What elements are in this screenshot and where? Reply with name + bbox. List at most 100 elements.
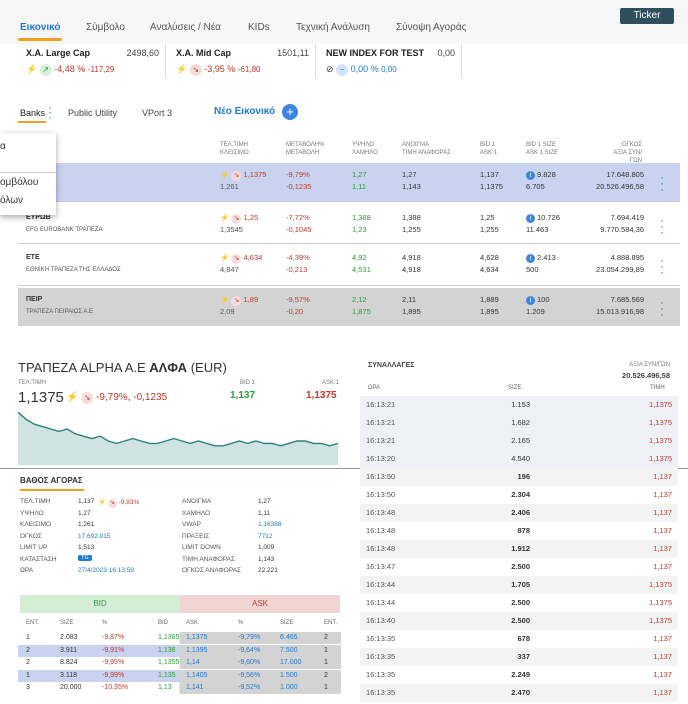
book-col-header: % bbox=[238, 620, 244, 626]
trade-row[interactable]: 16:13:35 2.249 1,137 bbox=[360, 666, 678, 684]
trade-row[interactable]: 16:13:47 2.500 1,137 bbox=[360, 558, 678, 576]
order-book-row[interactable]: 2 8.824 -9,95% 1,1355 1,14 -9,60% 17.000 1 bbox=[18, 657, 341, 669]
bid-size-value: 2.413 bbox=[537, 253, 556, 262]
book-col-header: % bbox=[102, 620, 108, 626]
book-cell: 1,136 bbox=[158, 646, 176, 654]
subtab-vport3[interactable]: VPort 3 bbox=[142, 108, 172, 118]
row-ask-size: 6.705 bbox=[526, 182, 545, 191]
tab-kids[interactable]: KIDs bbox=[248, 22, 270, 33]
watchlist-row[interactable]: ΕΤΕ ΕΘΝΙΚΗ ΤΡΑΠΕΖΑ ΤΗΣ ΕΛΛΑΔΟΣ ⚡ ↘ 4,634 4,… bbox=[18, 246, 680, 284]
trade-row[interactable]: 16:13:40 2.500 1,1375 bbox=[360, 612, 678, 630]
trade-row[interactable]: 16:13:50 196 1,137 bbox=[360, 468, 678, 486]
trade-row[interactable]: 16:13:44 2.500 1,1375 bbox=[360, 594, 678, 612]
lightning-icon: ⚡ bbox=[26, 64, 38, 74]
col-header-bid-ask: BID 1 ASK 1 bbox=[480, 142, 498, 156]
row-ask-size: 11.463 bbox=[526, 225, 549, 234]
row-bid-size: i 9.828 bbox=[526, 170, 556, 180]
trade-time: 16:13:48 bbox=[366, 526, 396, 535]
trade-size: 196 bbox=[517, 472, 530, 481]
book-col-header: BID bbox=[158, 620, 169, 626]
trade-size: 2.249 bbox=[511, 670, 530, 679]
depth-value: 17.692.015 bbox=[78, 532, 111, 540]
book-cell: 1 bbox=[26, 634, 30, 641]
row-divider bbox=[18, 243, 680, 244]
trade-row[interactable]: 16:13:50 2.304 1,137 bbox=[360, 486, 678, 504]
subtab-public-utility[interactable]: Public Utility bbox=[68, 108, 117, 118]
trades-col-price: ΤΙΜΗ bbox=[650, 385, 665, 391]
watchlist-row[interactable]: ALPHA A.E⚡ ↘ 1,13751,261-9,79%-0,12351,2… bbox=[18, 163, 680, 201]
book-cell: -9,91% bbox=[102, 646, 125, 654]
arrow-down-icon: ↘ bbox=[81, 392, 94, 404]
watchlist-row[interactable]: ΠΕΙΡ ΤΡΑΠΕΖΑ ΠΕΙΡΑΙΩΣ Α.Ε ⚡ ↘ 1,89 2,09 -9,5… bbox=[18, 288, 680, 326]
trade-row[interactable]: 16:13:48 2.406 1,137 bbox=[360, 504, 678, 522]
index-value: 2498,60 bbox=[126, 48, 159, 58]
kebab-menu-icon[interactable]: · · · bbox=[658, 171, 666, 195]
trade-row[interactable]: 16:13:35 2.470 1,137 bbox=[360, 684, 678, 702]
book-cell: -10,35% bbox=[102, 684, 129, 691]
index-card-large-cap[interactable]: Χ.Α. Large Cap 2498,60 ⚡ ↗ -4,48 % -117,… bbox=[20, 44, 166, 78]
row-low: 4,531 bbox=[352, 265, 371, 274]
trade-time: 16:13:35 bbox=[366, 670, 396, 679]
tab-analysis-news[interactable]: Αναλύσεις / Νέα bbox=[150, 22, 221, 33]
row-symbol: ΕΤΕ bbox=[26, 254, 40, 261]
tab-virtual[interactable]: Εικονικό bbox=[20, 22, 61, 33]
order-book-row[interactable]: 3 20.000 -10,35% 1,13 1,141 -9,52% 1.000 1 bbox=[18, 682, 341, 694]
trade-row[interactable]: 16:13:35 337 1,137 bbox=[360, 648, 678, 666]
row-open: 4,918 bbox=[402, 253, 421, 262]
menu-item[interactable]: α bbox=[0, 141, 56, 152]
kebab-menu-icon[interactable]: · · · bbox=[48, 101, 52, 123]
info-icon[interactable]: i bbox=[526, 296, 535, 305]
trade-row[interactable]: 16:13:21 1.153 1,1375 bbox=[360, 396, 678, 414]
kebab-menu-icon[interactable]: · · · bbox=[658, 254, 666, 278]
trade-row[interactable]: 16:13:21 1.682 1,1375 bbox=[360, 414, 678, 432]
trade-price: 1,1375 bbox=[649, 400, 672, 409]
tab-technical-analysis[interactable]: Τεχνική Ανάλυση bbox=[296, 22, 370, 33]
order-book-row[interactable]: 2 3.911 -9,91% 1,136 1,1395 -9,64% 7.500 1 bbox=[18, 644, 341, 657]
col-header-change: ΜΕΤΑΒΟΛΗ% ΜΕΤΑΒΟΛΗ bbox=[286, 142, 325, 156]
new-portfolio-button[interactable]: Νέο Εικονικό bbox=[214, 106, 275, 117]
kebab-menu-icon[interactable]: · · · bbox=[658, 214, 666, 238]
row-ask: 1,895 bbox=[480, 307, 499, 316]
active-tab-indicator bbox=[18, 38, 62, 41]
menu-item[interactable]: όλων bbox=[0, 195, 56, 206]
arrow-up-icon: ↗ bbox=[39, 64, 52, 76]
trade-row[interactable]: 16:13:48 1.912 1,137 bbox=[360, 540, 678, 558]
trade-price: 1,137 bbox=[653, 652, 672, 661]
info-icon[interactable]: i bbox=[526, 254, 535, 263]
ticker-button[interactable]: Ticker bbox=[620, 8, 674, 24]
order-book-row[interactable]: 1 2.083 -9,87% 1,1365 1,1375 -9,79% 6.465 2 bbox=[18, 632, 341, 644]
row-bid-size: i 100 bbox=[526, 295, 550, 305]
order-book-row[interactable]: 1 3.118 -9,99% 1,135 1,1405 -9,56% 1.500 2 bbox=[18, 669, 341, 682]
menu-item[interactable]: ομβόλου bbox=[0, 177, 56, 188]
info-icon[interactable]: i bbox=[526, 214, 535, 223]
index-card-mid-cap[interactable]: Χ.Α. Mid Cap 1501,11 ⚡ ↘ -3,95 % -61,80 bbox=[170, 44, 316, 78]
subtab-banks[interactable]: Banks bbox=[20, 108, 45, 118]
info-icon[interactable]: i bbox=[526, 171, 535, 180]
trades-col-time: ΩΡΑ bbox=[368, 385, 381, 391]
kebab-menu-icon[interactable]: · · · bbox=[658, 296, 666, 320]
trade-row[interactable]: 16:13:44 1.705 1,1375 bbox=[360, 576, 678, 594]
book-col-header: ASK bbox=[186, 620, 199, 626]
row-pct: -9,57% bbox=[286, 295, 310, 304]
trade-time: 16:13:21 bbox=[366, 400, 396, 409]
watchlist-row[interactable]: ΕΥΡΩΒ EFG EUROBANK ΤΡΑΠΕΖΑ ⚡ ↘ 1,25 1,3545-… bbox=[18, 206, 680, 244]
bid-header: BID bbox=[20, 595, 180, 613]
book-cell: 2 bbox=[26, 646, 30, 654]
book-cell: 1,13 bbox=[158, 684, 172, 691]
trade-row[interactable]: 16:13:35 678 1,137 bbox=[360, 630, 678, 648]
tab-symbol[interactable]: Σύμβολο bbox=[86, 22, 125, 33]
last-price-label: ΤΕΛ.ΤΙΜΗ bbox=[18, 380, 47, 386]
trade-price: 1,137 bbox=[653, 634, 672, 643]
depth-value: 1,27 bbox=[78, 509, 91, 517]
last-value: 4,634 bbox=[243, 253, 263, 262]
tab-market-summary[interactable]: Σύνοψη Αγοράς bbox=[396, 22, 466, 33]
plus-icon[interactable]: + bbox=[282, 104, 298, 120]
price-pct: -9,79% bbox=[96, 392, 128, 403]
book-cell: 1 bbox=[324, 646, 328, 654]
trade-row[interactable]: 16:13:20 4.540 1,1375 bbox=[360, 450, 678, 468]
row-change: -0,1235 bbox=[286, 182, 312, 191]
trade-row[interactable]: 16:13:48 878 1,137 bbox=[360, 522, 678, 540]
index-card-test[interactable]: NEW INDEX FOR TEST 0,00 ⊘ − 0,00 % 0,00 bbox=[320, 44, 462, 78]
trade-row[interactable]: 16:13:21 2.165 1,1375 bbox=[360, 432, 678, 450]
row-name: ΕΘΝΙΚΗ ΤΡΑΠΕΖΑ ΤΗΣ ΕΛΛΑΔΟΣ bbox=[26, 267, 121, 273]
